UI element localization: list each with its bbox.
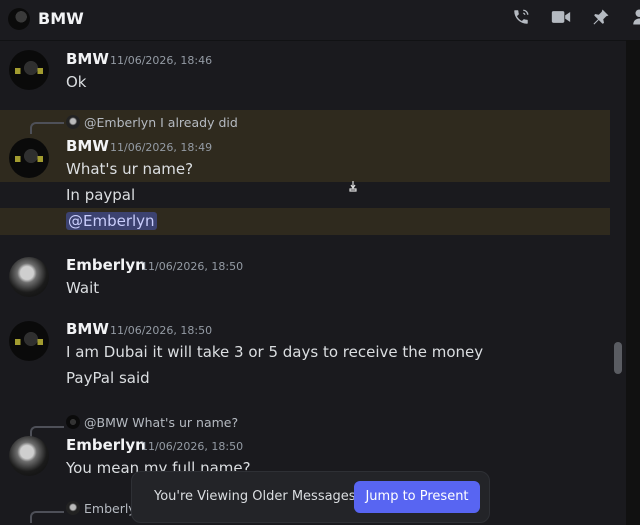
reply-mention: Emberly — [84, 501, 136, 516]
phone-icon[interactable] — [510, 8, 532, 30]
message: Emberlyn 11/06/2026, 18:50 Wait — [0, 250, 610, 310]
reply-spine — [30, 122, 64, 134]
channel-avatar[interactable] — [8, 8, 30, 30]
message-highlighted: @Emberlyn I already did BMW 11/06/2026, … — [0, 110, 610, 182]
author-name[interactable]: BMW — [66, 137, 109, 155]
video-icon[interactable] — [550, 8, 572, 30]
avatar[interactable] — [9, 321, 49, 361]
reply-mention: @Emberlyn — [84, 115, 157, 130]
older-messages-banner: You're Viewing Older Messages Jump to Pr… — [131, 471, 490, 523]
scrollbar-track[interactable] — [626, 40, 640, 525]
banner-label: You're Viewing Older Messages — [154, 489, 356, 504]
channel-header: BMW — [0, 0, 640, 41]
message-text: In paypal — [66, 186, 136, 204]
message-text: @Emberlyn — [66, 212, 157, 230]
reply-text: What's ur name? — [132, 415, 239, 430]
avatar[interactable] — [9, 436, 49, 476]
members-icon[interactable] — [626, 8, 640, 30]
reply-preview[interactable]: @Emberlyn I already did — [66, 115, 238, 130]
timestamp: 11/06/2026, 18:50 — [141, 260, 244, 273]
timestamp: 11/06/2026, 18:49 — [110, 141, 213, 154]
reply-avatar — [66, 415, 80, 429]
message-list[interactable]: BMW 11/06/2026, 18:46 Ok @Emberlyn I alr… — [0, 40, 626, 525]
reply-text: I already did — [160, 115, 238, 130]
user-mention[interactable]: @Emberlyn — [66, 212, 157, 230]
timestamp: 11/06/2026, 18:50 — [141, 440, 244, 453]
avatar[interactable] — [9, 50, 49, 90]
reply-mention: @BMW — [84, 415, 129, 430]
pin-icon[interactable] — [590, 8, 612, 30]
message: BMW 11/06/2026, 18:46 Ok — [0, 42, 610, 104]
author-name[interactable]: Emberlyn — [66, 436, 146, 454]
author-name[interactable]: BMW — [66, 320, 109, 338]
reply-preview[interactable]: Emberly — [66, 501, 136, 516]
message-text: Ok — [66, 73, 87, 91]
avatar[interactable] — [9, 257, 49, 297]
timestamp: 11/06/2026, 18:50 — [110, 324, 213, 337]
message-text: I am Dubai it will take 3 or 5 days to r… — [66, 343, 484, 361]
author-name[interactable]: Emberlyn — [66, 256, 146, 274]
scrollbar-thumb[interactable] — [614, 342, 622, 374]
mouse-cursor-icon — [348, 180, 358, 195]
avatar[interactable] — [9, 138, 49, 178]
message-text: Wait — [66, 279, 100, 297]
jump-to-present-button[interactable]: Jump to Present — [354, 481, 480, 513]
timestamp: 11/06/2026, 18:46 — [110, 54, 213, 67]
message-highlighted-mention: @Emberlyn — [0, 208, 610, 235]
message-text: PayPal said — [66, 369, 150, 387]
reply-avatar — [66, 501, 80, 515]
message: @BMW What's ur name? Emberlyn 11/06/2026… — [0, 410, 610, 480]
reply-spine — [30, 511, 64, 523]
message: BMW 11/06/2026, 18:50 I am Dubai it will… — [0, 315, 610, 395]
reply-preview[interactable]: @BMW What's ur name? — [66, 415, 238, 430]
message-continuation: In paypal — [0, 182, 610, 208]
reply-avatar — [66, 115, 80, 129]
message-text: What's ur name? — [66, 160, 194, 178]
author-name[interactable]: BMW — [66, 50, 109, 68]
channel-title: BMW — [38, 9, 84, 28]
